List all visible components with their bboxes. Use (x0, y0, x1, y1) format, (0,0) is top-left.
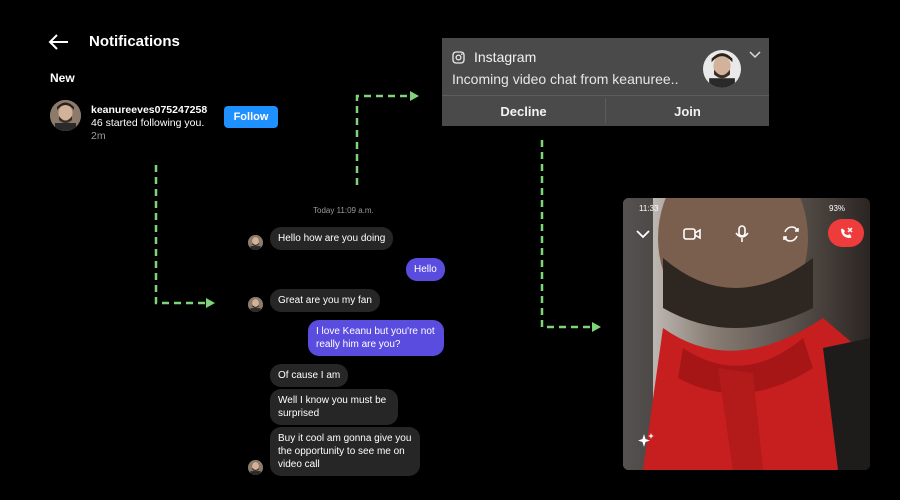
join-button[interactable]: Join (606, 97, 769, 125)
section-label-new: New (50, 71, 75, 85)
chat-message-incoming: Well I know you must be surprised (270, 389, 398, 425)
sparkle-icon[interactable] (637, 432, 655, 450)
decline-button[interactable]: Decline (442, 97, 605, 125)
page-title: Notifications (89, 33, 180, 50)
back-arrow-icon[interactable] (48, 33, 70, 51)
end-call-icon (841, 227, 853, 238)
arrow-chat-to-call (355, 94, 410, 185)
video-status-bar: 11:33 93% (623, 198, 870, 218)
notification-time: 2m (91, 130, 106, 142)
chevron-down-icon[interactable] (633, 224, 653, 244)
chat-message-outgoing: I love Keanu but you're not really him a… (308, 320, 444, 356)
notification-username[interactable]: keanureeves075247258 (91, 104, 221, 117)
avatar (248, 297, 263, 312)
status-time: 11:33 (639, 204, 659, 213)
arrow-notification-to-chat (154, 165, 206, 305)
chat-message-incoming: Hello how are you doing (270, 227, 394, 250)
video-call-screen[interactable]: 11:33 93% (623, 198, 870, 470)
flip-camera-icon[interactable] (781, 224, 801, 244)
avatar[interactable] (50, 100, 81, 131)
chat-message-outgoing: Hello (406, 258, 445, 281)
arrow-call-to-video (540, 140, 592, 329)
notification-message: 46 started following you. (91, 117, 205, 129)
avatar (248, 235, 263, 250)
instagram-icon (452, 51, 465, 64)
chat-message-incoming: Of cause I am (270, 364, 349, 387)
follow-button[interactable]: Follow (224, 106, 278, 128)
notification-text: keanureeves075247258 46 started followin… (91, 104, 221, 143)
caller-avatar (703, 50, 741, 88)
status-battery: 93% (829, 204, 846, 213)
incoming-call-notification[interactable]: Instagram Incoming video chat from keanu… (442, 38, 769, 126)
chat-message-incoming: Buy it cool am gonna give you the opport… (270, 427, 420, 476)
call-message: Incoming video chat from keanuree.. (452, 71, 679, 87)
chat-date-label: Today 11:09 a.m. (313, 206, 374, 215)
end-call-button[interactable] (828, 219, 864, 247)
microphone-icon[interactable] (732, 224, 752, 244)
chevron-down-icon[interactable] (749, 51, 761, 59)
avatar (248, 460, 263, 475)
divider (442, 95, 769, 96)
chat-message-incoming: Great are you my fan (270, 289, 380, 312)
call-app-name: Instagram (474, 49, 537, 65)
video-camera-icon[interactable] (682, 224, 702, 244)
